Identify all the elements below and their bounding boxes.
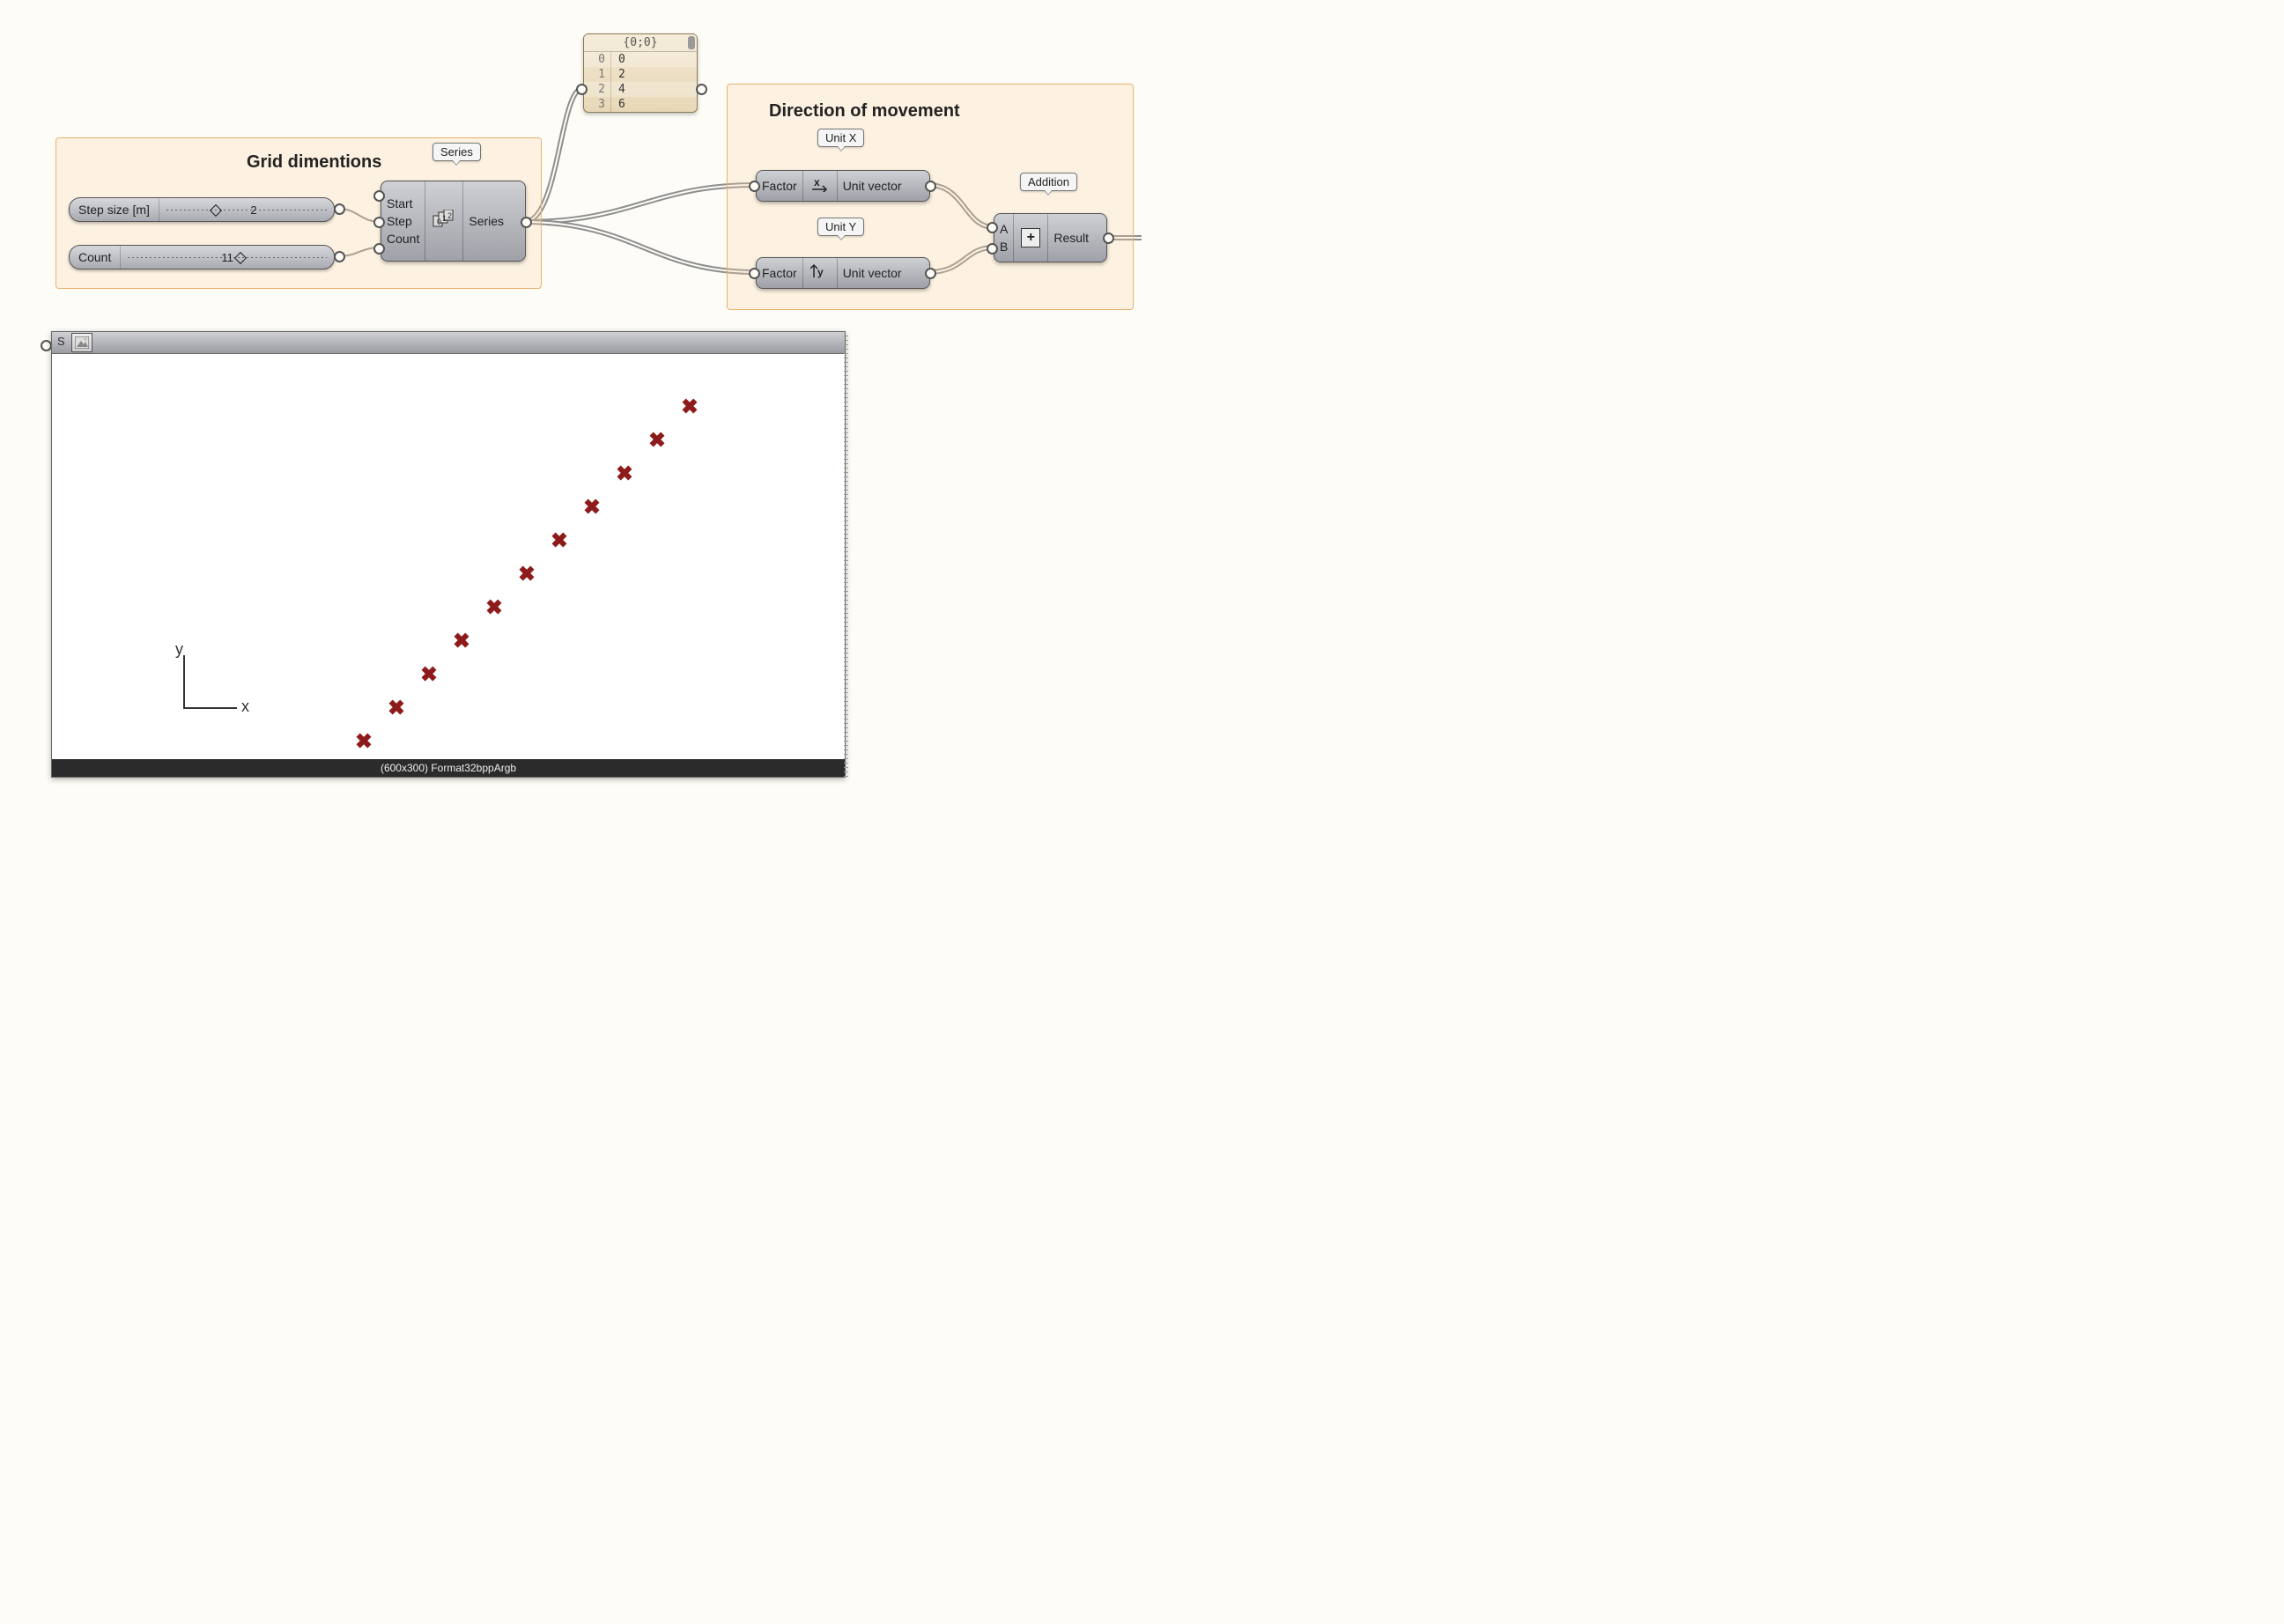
component-addition[interactable]: A B + Result — [994, 213, 1107, 262]
unitx-output[interactable]: Unit vector — [843, 177, 902, 195]
grip-unity-out[interactable] — [925, 268, 936, 279]
scatter-point — [649, 432, 665, 447]
svg-text:0: 0 — [437, 218, 441, 226]
panel-row: 36 — [584, 97, 697, 112]
scatter-point — [682, 398, 698, 414]
panel-row: 24 — [584, 82, 697, 97]
unitx-input-factor[interactable]: Factor — [762, 177, 797, 195]
grip-panel-in[interactable] — [576, 84, 588, 95]
grip-step-out[interactable] — [334, 203, 345, 215]
svg-text:2: 2 — [447, 211, 452, 220]
scatter-point — [584, 498, 600, 514]
plus-icon: + — [1021, 228, 1040, 247]
slider-count-label: Count — [70, 246, 121, 269]
grip-series-count[interactable] — [373, 243, 385, 255]
svg-text:1: 1 — [442, 214, 447, 223]
group-grid-title: Grid dimentions — [247, 152, 381, 173]
grip-unitx-in[interactable] — [749, 181, 760, 192]
series-icon: 012 — [432, 210, 455, 233]
grip-series-start[interactable] — [373, 190, 385, 202]
grip-series-out[interactable] — [521, 217, 532, 228]
add-input-a[interactable]: A — [1000, 220, 1008, 238]
scatter-point — [454, 632, 469, 648]
image-icon — [71, 333, 92, 352]
viewer-body: y x — [52, 354, 845, 759]
grip-add-a[interactable] — [987, 222, 998, 233]
svg-text:x: x — [814, 176, 820, 188]
add-input-b[interactable]: B — [1000, 238, 1008, 255]
grip-panel-out[interactable] — [696, 84, 707, 95]
series-input-count[interactable]: Count — [387, 230, 419, 247]
viewer-titlebar[interactable]: S — [52, 332, 845, 354]
component-series[interactable]: Start Step Count 012 Series — [381, 181, 526, 262]
grip-unity-in[interactable] — [749, 268, 760, 279]
scatter-point — [486, 599, 502, 615]
scatter-point — [388, 699, 404, 715]
scatter-point — [356, 733, 372, 749]
viewer-torn-edge — [841, 332, 848, 777]
group-direction-title: Direction of movement — [769, 101, 960, 122]
slider-step-size[interactable]: Step size [m] 2 — [69, 197, 335, 222]
slider-step-label: Step size [m] — [70, 198, 159, 221]
slider-count[interactable]: Count 11 — [69, 245, 335, 269]
scatter-point — [421, 666, 437, 682]
series-input-start[interactable]: Start — [387, 195, 419, 212]
series-input-step[interactable]: Step — [387, 212, 419, 230]
grip-series-step[interactable] — [373, 217, 385, 228]
tooltip-addition: Addition — [1020, 173, 1077, 191]
panel-header: {0;0} — [623, 36, 657, 49]
viewer-status: (600x300) Format32bppArgb — [52, 759, 845, 777]
tooltip-series: Series — [432, 143, 481, 161]
panel-row: 12 — [584, 67, 697, 82]
tooltip-unity: Unit Y — [817, 218, 864, 236]
unit-y-icon: y — [810, 263, 830, 284]
grip-add-b[interactable] — [987, 243, 998, 255]
data-panel[interactable]: {0;0} 00 12 24 36 — [583, 33, 698, 113]
component-unit-x[interactable]: Factor x Unit vector — [756, 170, 930, 202]
add-output[interactable]: Result — [1053, 229, 1089, 247]
panel-body: 00 12 24 36 — [584, 52, 697, 112]
grip-add-out[interactable] — [1103, 233, 1114, 244]
svg-text:y: y — [817, 266, 824, 278]
unity-input-factor[interactable]: Factor — [762, 264, 797, 282]
scatter-point — [617, 465, 632, 481]
scatter-point — [551, 532, 567, 548]
axis-y-label: y — [175, 640, 183, 659]
image-viewer[interactable]: S y x (600x300) Format32bppArgb — [51, 331, 846, 778]
scatter-point — [519, 565, 535, 581]
grip-unitx-out[interactable] — [925, 181, 936, 192]
slider-step-value: 2 — [248, 203, 259, 217]
panel-row: 00 — [584, 52, 697, 67]
grip-count-out[interactable] — [334, 251, 345, 262]
unit-x-icon: x — [810, 176, 830, 196]
viewer-s-label: S — [57, 335, 65, 348]
tooltip-unitx: Unit X — [817, 129, 864, 147]
component-unit-y[interactable]: Factor y Unit vector — [756, 257, 930, 289]
axis-x-label: x — [241, 698, 249, 716]
series-output[interactable]: Series — [469, 212, 504, 230]
panel-scrollbar[interactable] — [688, 36, 695, 49]
unity-output[interactable]: Unit vector — [843, 264, 902, 282]
